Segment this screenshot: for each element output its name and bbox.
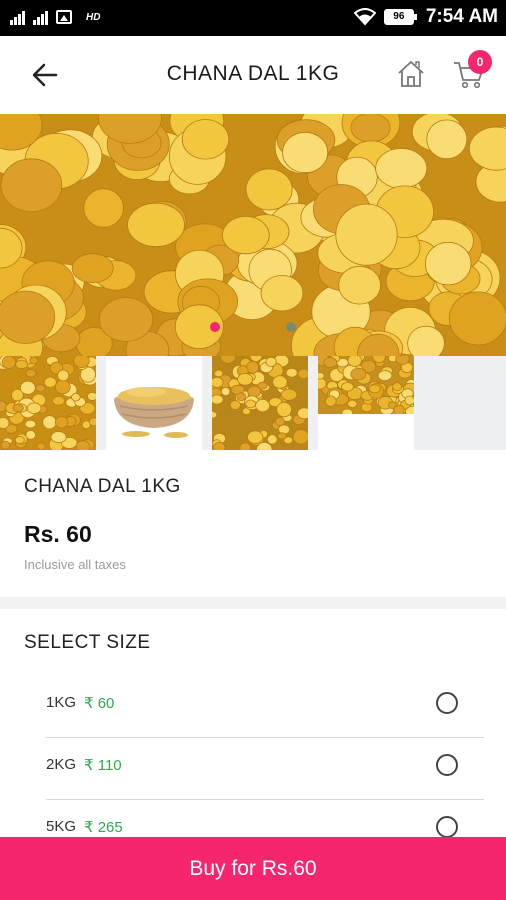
product-image	[0, 114, 506, 356]
cart-count-badge: 0	[468, 50, 492, 74]
back-button[interactable]	[28, 60, 62, 90]
buy-button[interactable]: Buy for Rs.60	[0, 837, 506, 900]
section-divider	[0, 597, 506, 609]
image-icon	[56, 10, 72, 24]
thumbnail-2[interactable]	[106, 356, 202, 450]
product-image-carousel[interactable]	[0, 114, 506, 356]
size-price: ₹ 265	[84, 819, 123, 836]
thumbnail-4[interactable]	[318, 356, 414, 450]
size-label: 5KG	[46, 818, 77, 835]
carousel-dot-active	[210, 322, 220, 332]
size-radio[interactable]	[436, 692, 458, 714]
wifi-icon	[353, 8, 376, 26]
thumbnail-3[interactable]	[212, 356, 308, 450]
status-bar: HD 96 7:54 AM	[0, 0, 506, 36]
thumbnail-1[interactable]	[0, 356, 96, 450]
thumbnail-image	[212, 356, 308, 450]
battery-indicator: 96	[383, 9, 417, 25]
app-header: CHANA DAL 1KG	[0, 36, 506, 114]
size-label: 1KG	[46, 694, 77, 711]
thumbnail-image	[0, 356, 96, 450]
status-left: HD	[10, 9, 100, 25]
thumbnail-strip	[0, 356, 506, 450]
status-right: 96 7:54 AM	[353, 6, 498, 28]
status-time: 7:54 AM	[425, 6, 498, 27]
signal-icon	[10, 9, 25, 25]
arrow-left-icon	[32, 63, 58, 87]
signal-icon	[33, 9, 48, 25]
size-price: ₹ 110	[84, 757, 122, 774]
tax-note: Inclusive all taxes	[24, 557, 126, 572]
size-radio[interactable]	[436, 754, 458, 776]
hd-label: HD	[86, 11, 101, 23]
home-button[interactable]	[396, 59, 426, 89]
size-option[interactable]: 2KG ₹ 110	[46, 740, 484, 800]
carousel-indicators	[210, 322, 296, 332]
page-title: CHANA DAL 1KG	[166, 62, 340, 85]
home-icon	[398, 61, 424, 87]
size-option[interactable]: 1KG ₹ 60	[46, 678, 484, 738]
carousel-dot	[286, 322, 296, 332]
bowl-image	[114, 387, 194, 438]
product-price: Rs. 60	[24, 521, 92, 547]
select-size-heading: SELECT SIZE	[24, 632, 151, 653]
size-radio[interactable]	[436, 816, 458, 838]
size-price: ₹ 60	[84, 695, 115, 712]
thumbnail-image	[318, 356, 414, 414]
product-name: CHANA DAL 1KG	[24, 476, 181, 497]
size-label: 2KG	[46, 756, 77, 773]
